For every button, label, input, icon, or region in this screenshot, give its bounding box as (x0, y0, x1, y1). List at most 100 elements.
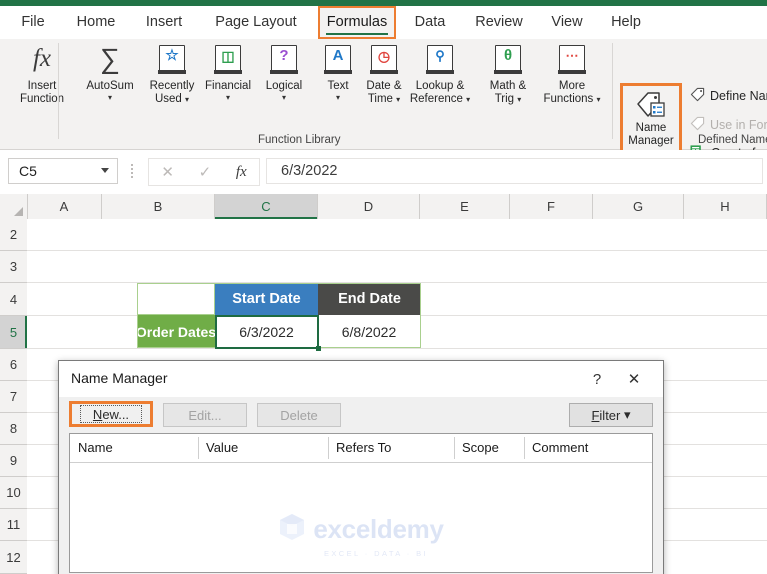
math-trig-label-2: Trig ▾ (494, 92, 522, 105)
column-header-d[interactable]: D (318, 194, 420, 219)
exceldemy-watermark: exceldemy EXCEL · DATA · BI (70, 512, 652, 558)
defined-names-group-label: Defined Name (698, 134, 767, 146)
new-button-mnemonic: N (92, 406, 103, 422)
active-cell-selection (215, 315, 319, 349)
list-column-name[interactable]: Name (70, 434, 198, 462)
cell-d4-end-date[interactable]: End Date (318, 283, 421, 315)
column-header-row: A B C D E F G H (0, 194, 767, 220)
tab-review[interactable]: Review (466, 6, 532, 39)
tab-formulas[interactable]: Formulas (318, 6, 396, 39)
fill-handle[interactable] (316, 346, 321, 351)
name-manager-label-2: Manager (628, 135, 674, 147)
row-header-3[interactable]: 3 (0, 251, 27, 283)
more-functions-button[interactable]: ⋯ More Functions ▾ (536, 41, 608, 125)
math-trig-caret-icon[interactable]: ▾ (517, 95, 521, 104)
cell-d5-end-value[interactable]: 6/8/2022 (318, 315, 421, 348)
clock-book-icon: ◷ (370, 41, 398, 77)
more-functions-caret-icon[interactable]: ▾ (597, 95, 601, 104)
names-list[interactable]: Name Value Refers To Scope Comment excel… (69, 433, 653, 573)
more-functions-label-2: Functions ▾ (543, 92, 601, 105)
edit-button: Edit... (163, 403, 247, 427)
filter-button-label: ilter (599, 407, 621, 423)
insert-function-button[interactable]: fx Insert Function (8, 41, 76, 125)
dialog-title-bar[interactable]: Name Manager ? ✕ (59, 361, 663, 397)
text-caret-icon[interactable]: ▾ (336, 93, 340, 102)
row-header-4[interactable]: 4 (0, 283, 27, 316)
recently-used-caret-icon[interactable]: ▾ (185, 95, 189, 104)
help-icon[interactable]: ? (585, 368, 609, 390)
financial-label: Financial (204, 80, 252, 92)
column-header-a[interactable]: A (27, 194, 102, 219)
list-column-refers-to[interactable]: Refers To (328, 434, 454, 462)
list-column-comment[interactable]: Comment (524, 434, 652, 462)
name-manager-dialog: Name Manager ? ✕ New... Edit... Delete F… (58, 360, 664, 574)
row-header-9[interactable]: 9 (0, 445, 27, 477)
name-box-value: C5 (19, 163, 37, 179)
confirm-icon[interactable]: ✓ (199, 163, 212, 181)
autosum-button[interactable]: ∑ AutoSum ▾ (76, 41, 144, 125)
autosum-label: AutoSum (86, 80, 134, 92)
column-header-f[interactable]: F (510, 194, 593, 219)
column-header-h[interactable]: H (684, 194, 767, 219)
tab-insert[interactable]: Insert (136, 6, 192, 39)
formula-bar-grip[interactable] (131, 164, 134, 178)
formula-bar: C5 ✕ ✓ fx 6/3/2022 (0, 150, 767, 195)
use-in-formula-button: Use in Form (690, 116, 767, 134)
column-header-g[interactable]: G (593, 194, 684, 219)
formula-bar-buttons: ✕ ✓ fx (148, 158, 260, 186)
name-box-caret-icon[interactable] (101, 168, 109, 173)
dialog-title: Name Manager (71, 370, 168, 386)
name-box[interactable]: C5 (8, 158, 118, 184)
row-header-6[interactable]: 6 (0, 349, 27, 381)
column-header-c[interactable]: C (215, 194, 318, 219)
column-header-e[interactable]: E (420, 194, 510, 219)
row-header-7[interactable]: 7 (0, 381, 27, 413)
delete-button: Delete (257, 403, 341, 427)
tab-home[interactable]: Home (68, 6, 124, 39)
select-all-corner[interactable] (0, 194, 28, 219)
ribbon-tab-bar: File Home Insert Page Layout Formulas Da… (0, 6, 767, 39)
column-header-b[interactable]: B (102, 194, 215, 219)
more-functions-label-1: More (558, 80, 586, 92)
tab-view[interactable]: View (542, 6, 592, 39)
cell-b5-order-dates[interactable]: Order Dates (136, 315, 216, 348)
insert-function-icon[interactable]: fx (236, 164, 247, 181)
filter-caret-icon[interactable]: ▾ (624, 407, 631, 423)
row-header-8[interactable]: 8 (0, 413, 27, 445)
cell-b4[interactable] (137, 283, 215, 315)
name-manager-icon (635, 88, 667, 122)
lookup-reference-caret-icon[interactable]: ▾ (466, 95, 470, 104)
cancel-icon[interactable]: ✕ (161, 163, 174, 181)
excel-window: File Home Insert Page Layout Formulas Da… (0, 0, 767, 574)
list-column-scope[interactable]: Scope (454, 434, 524, 462)
date-time-caret-icon[interactable]: ▾ (396, 95, 400, 104)
define-name-button[interactable]: Define Nam (690, 87, 767, 105)
lookup-reference-button[interactable]: ⚲ Lookup & Reference ▾ (402, 41, 478, 125)
lookup-reference-label-1: Lookup & (415, 80, 465, 92)
row-header-12[interactable]: 12 (0, 541, 27, 574)
close-icon[interactable]: ✕ (621, 368, 647, 390)
ribbon: fx Insert Function ∑ AutoSum ▾ ☆ Recentl… (0, 39, 767, 165)
math-trig-button[interactable]: θ Math & Trig ▾ (474, 41, 542, 125)
new-button-label: ew... (102, 406, 130, 422)
tab-file[interactable]: File (10, 6, 56, 39)
tag-fx-icon (690, 116, 705, 134)
row-header-5[interactable]: 5 (0, 316, 27, 349)
row-header-2[interactable]: 2 (0, 219, 27, 251)
database-book-icon: ◫ (214, 41, 242, 77)
tab-page-layout[interactable]: Page Layout (202, 6, 310, 39)
row-header-10[interactable]: 10 (0, 477, 27, 509)
tab-help[interactable]: Help (602, 6, 650, 39)
filter-button[interactable]: Filter ▾ (569, 403, 653, 427)
list-column-value[interactable]: Value (198, 434, 328, 462)
ellipsis-book-icon: ⋯ (558, 41, 586, 77)
tab-data[interactable]: Data (406, 6, 454, 39)
financial-caret-icon[interactable]: ▾ (226, 93, 230, 102)
logical-caret-icon[interactable]: ▾ (282, 93, 286, 102)
row-header-11[interactable]: 11 (0, 509, 27, 541)
new-button[interactable]: New... (69, 401, 153, 427)
formula-input[interactable]: 6/3/2022 (266, 158, 763, 184)
fx-icon: fx (32, 44, 52, 72)
cell-c4-start-date[interactable]: Start Date (215, 283, 318, 315)
autosum-caret-icon[interactable]: ▾ (108, 93, 112, 102)
